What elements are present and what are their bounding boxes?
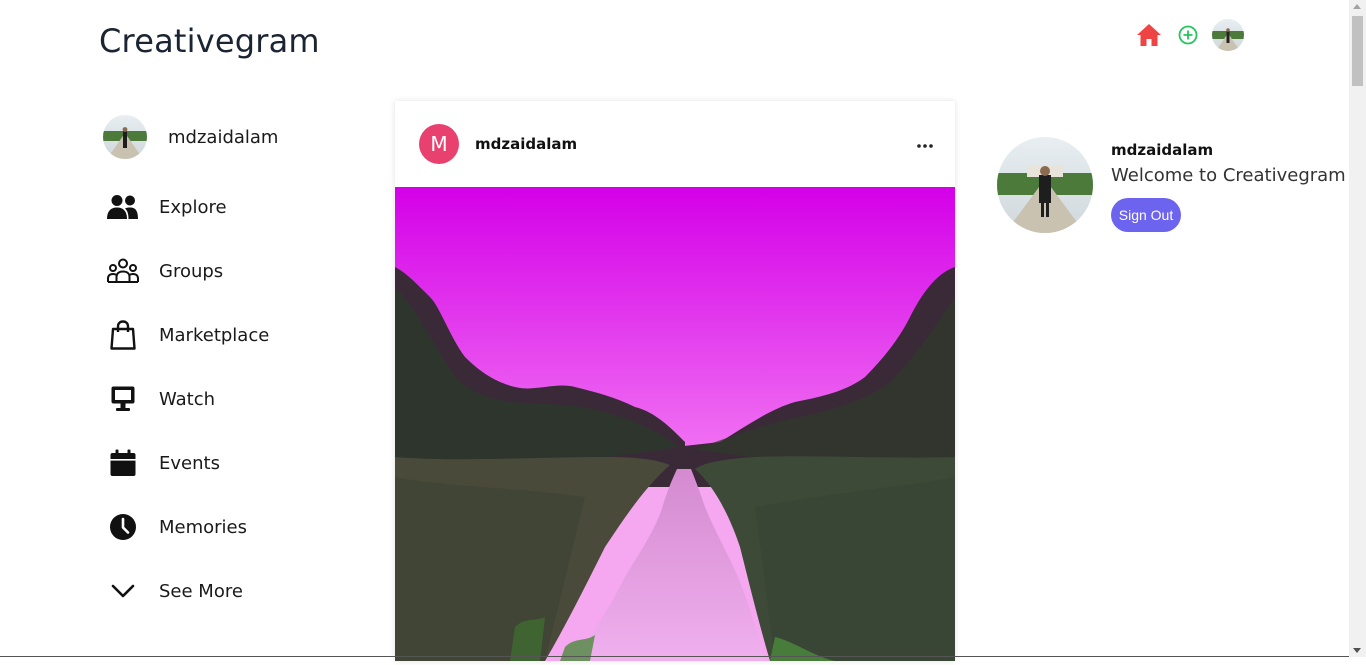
chevron-down-icon bbox=[101, 583, 145, 599]
add-circle-icon[interactable] bbox=[1177, 24, 1199, 46]
sidebar-item-label: Events bbox=[159, 452, 220, 474]
top-navigation bbox=[1134, 19, 1244, 51]
post-author-avatar[interactable]: M bbox=[419, 124, 459, 164]
user-avatar[interactable] bbox=[1212, 19, 1244, 51]
vertical-scrollbar[interactable] bbox=[1349, 0, 1366, 657]
avatar bbox=[103, 115, 147, 159]
sidebar-item-label: Memories bbox=[159, 516, 248, 538]
profile-username: mdzaidalam bbox=[1111, 141, 1214, 159]
left-sidebar: mdzaidalam Explore Groups Marketplace Wa… bbox=[101, 111, 371, 623]
clock-icon bbox=[101, 513, 145, 541]
groups-icon bbox=[101, 258, 145, 284]
home-icon[interactable] bbox=[1134, 19, 1164, 51]
sidebar-item-label: Watch bbox=[159, 388, 216, 410]
scrollbar-thumb[interactable] bbox=[1352, 16, 1363, 86]
sidebar-item-explore[interactable]: Explore bbox=[101, 175, 371, 239]
post-image bbox=[395, 187, 955, 661]
more-horizontal-icon[interactable] bbox=[917, 134, 933, 153]
avatar[interactable] bbox=[997, 137, 1093, 233]
post-card: M mdzaidalam bbox=[395, 101, 955, 661]
sidebar-item-memories[interactable]: Memories bbox=[101, 495, 371, 559]
sidebar-item-see-more[interactable]: See More bbox=[101, 559, 371, 623]
sidebar-item-label: See More bbox=[159, 580, 243, 602]
sidebar-item-label: Marketplace bbox=[159, 324, 270, 346]
people-icon bbox=[101, 194, 145, 220]
sidebar-profile[interactable]: mdzaidalam bbox=[101, 111, 371, 163]
post-header: M mdzaidalam bbox=[395, 101, 955, 187]
sidebar-item-marketplace[interactable]: Marketplace bbox=[101, 303, 371, 367]
sidebar-profile-name: mdzaidalam bbox=[168, 126, 279, 148]
post-author-name[interactable]: mdzaidalam bbox=[475, 135, 577, 153]
sidebar-item-watch[interactable]: Watch bbox=[101, 367, 371, 431]
app-brand-title[interactable]: Creativegram bbox=[99, 22, 320, 60]
sign-out-button[interactable]: Sign Out bbox=[1111, 198, 1181, 232]
sidebar-item-groups[interactable]: Groups bbox=[101, 239, 371, 303]
welcome-text: Welcome to Creativegram bbox=[1111, 165, 1346, 186]
sidebar-item-events[interactable]: Events bbox=[101, 431, 371, 495]
scroll-down-icon[interactable] bbox=[1353, 648, 1361, 653]
monitor-icon bbox=[101, 385, 145, 413]
sidebar-item-label: Explore bbox=[159, 196, 227, 218]
scroll-up-icon[interactable] bbox=[1353, 4, 1361, 9]
calendar-icon bbox=[101, 449, 145, 477]
sidebar-item-label: Groups bbox=[159, 260, 224, 282]
shopping-bag-icon bbox=[101, 320, 145, 350]
